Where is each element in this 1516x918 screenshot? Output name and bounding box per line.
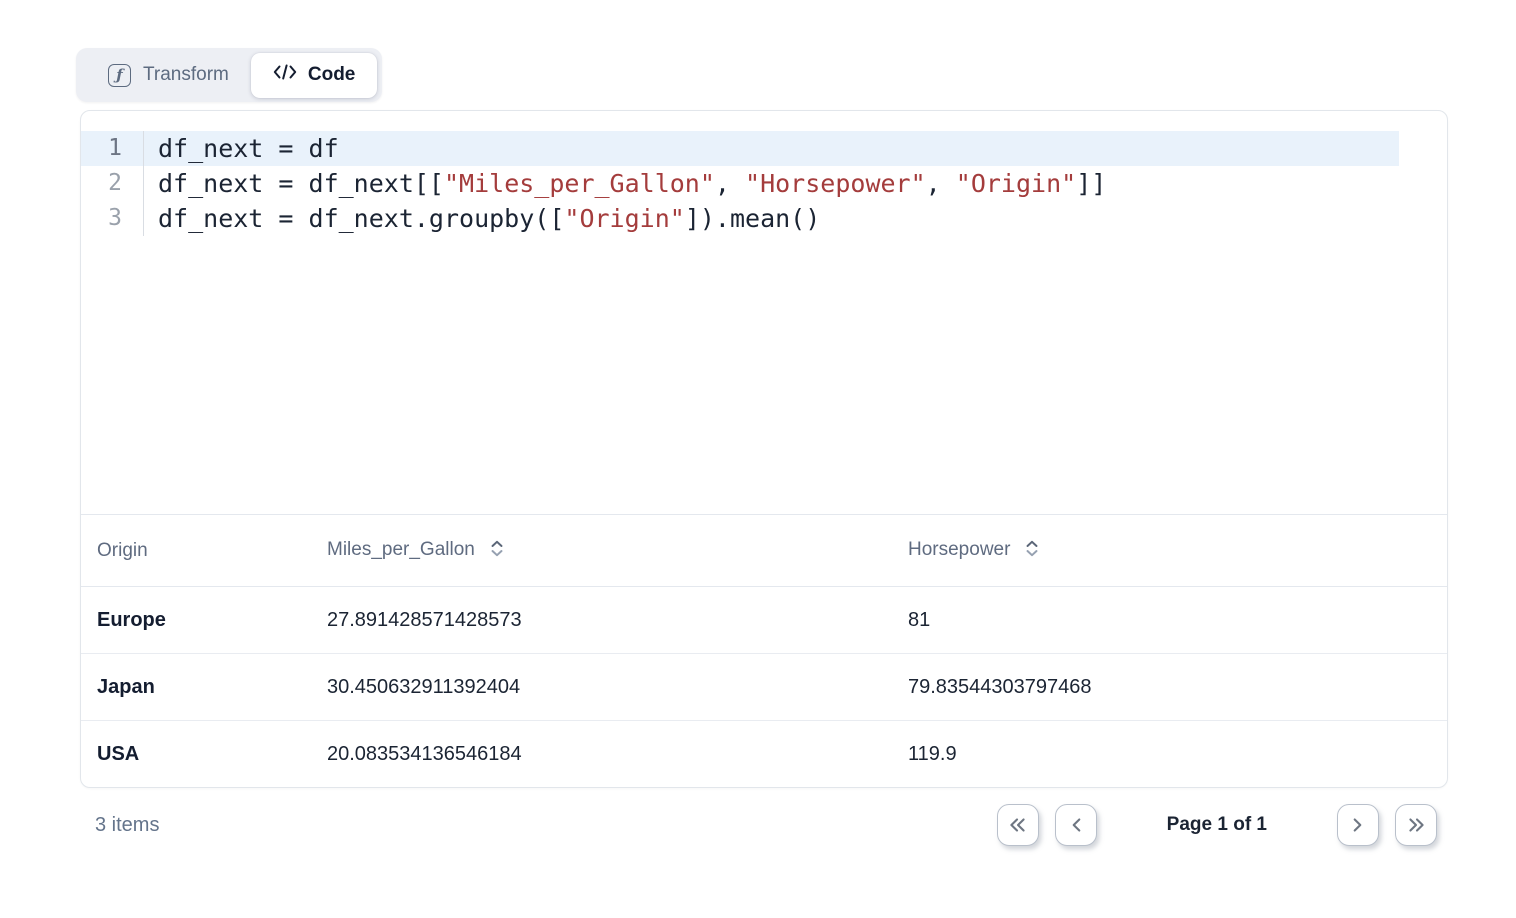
double-chevron-right-icon: [1407, 817, 1426, 833]
string-token: "Origin": [564, 204, 684, 233]
column-header-miles-per-gallon[interactable]: Miles_per_Gallon: [311, 515, 892, 587]
pagination: Page 1 of 1: [997, 804, 1437, 846]
cell-origin: USA: [81, 721, 311, 788]
code-token: ,: [926, 169, 956, 198]
code-token: ]]: [1076, 169, 1106, 198]
table-header-row: Origin Miles_per_Gallon Horsepower: [81, 515, 1447, 587]
code-and-result-panel: 1 df_next = df 2 df_next = df_next[["Mil…: [80, 110, 1448, 788]
tab-code[interactable]: Code: [251, 53, 378, 98]
code-brackets-icon: [273, 63, 297, 87]
first-page-button[interactable]: [997, 804, 1039, 846]
code-editor[interactable]: 1 df_next = df 2 df_next = df_next[["Mil…: [81, 111, 1447, 514]
page: ƒ Transform Code 1 df_next = df 2 df_ne: [0, 0, 1516, 918]
line-number: 2: [81, 166, 144, 201]
next-page-button[interactable]: [1337, 804, 1379, 846]
table-footer: 3 items Page 1 of 1: [80, 802, 1448, 848]
table-row: Europe 27.891428571428573 81: [81, 587, 1447, 654]
sort-updown-icon: [1025, 540, 1039, 563]
line-number: 1: [81, 131, 144, 166]
previous-page-button[interactable]: [1055, 804, 1097, 846]
last-page-button[interactable]: [1395, 804, 1437, 846]
sort-updown-icon: [490, 540, 504, 563]
cell-miles-per-gallon: 27.891428571428573: [311, 587, 892, 654]
code-token: ]).mean(): [685, 204, 820, 233]
cell-origin: Europe: [81, 587, 311, 654]
cell-miles-per-gallon: 20.083534136546184: [311, 721, 892, 788]
code-line[interactable]: 3 df_next = df_next.groupby(["Origin"]).…: [81, 201, 1399, 236]
page-indicator: Page 1 of 1: [1113, 814, 1321, 836]
view-switcher: ƒ Transform Code: [76, 48, 382, 102]
chevron-right-icon: [1352, 817, 1364, 833]
cell-miles-per-gallon: 30.450632911392404: [311, 654, 892, 721]
table-row: Japan 30.450632911392404 79.835443037974…: [81, 654, 1447, 721]
code-line[interactable]: 2 df_next = df_next[["Miles_per_Gallon",…: [81, 166, 1399, 201]
string-token: "Horsepower": [745, 169, 926, 198]
code-line[interactable]: 1 df_next = df: [81, 131, 1399, 166]
items-count: 3 items: [95, 814, 159, 837]
column-header-horsepower[interactable]: Horsepower: [892, 515, 1447, 587]
column-header-label: Horsepower: [908, 539, 1010, 560]
table-row: USA 20.083534136546184 119.9: [81, 721, 1447, 788]
tab-code-label: Code: [308, 64, 356, 86]
tab-transform[interactable]: ƒ Transform: [76, 48, 251, 102]
column-header-label: Miles_per_Gallon: [327, 539, 475, 560]
double-chevron-left-icon: [1008, 817, 1027, 833]
code-token: df_next = df_next.groupby([: [158, 204, 564, 233]
result-table: Origin Miles_per_Gallon Horsepower Europ…: [81, 514, 1447, 788]
string-token: "Miles_per_Gallon": [444, 169, 715, 198]
line-number: 3: [81, 201, 144, 236]
code-token: df_next = df_next[[: [158, 169, 444, 198]
code-token: ,: [715, 169, 745, 198]
string-token: "Origin": [956, 169, 1076, 198]
code-token: df_next = df: [158, 134, 339, 163]
function-f-icon: ƒ: [108, 64, 131, 87]
cell-horsepower: 81: [892, 587, 1447, 654]
column-header-origin: Origin: [81, 515, 311, 587]
tab-transform-label: Transform: [143, 64, 229, 86]
cell-origin: Japan: [81, 654, 311, 721]
cell-horsepower: 79.83544303797468: [892, 654, 1447, 721]
chevron-left-icon: [1070, 817, 1082, 833]
cell-horsepower: 119.9: [892, 721, 1447, 788]
